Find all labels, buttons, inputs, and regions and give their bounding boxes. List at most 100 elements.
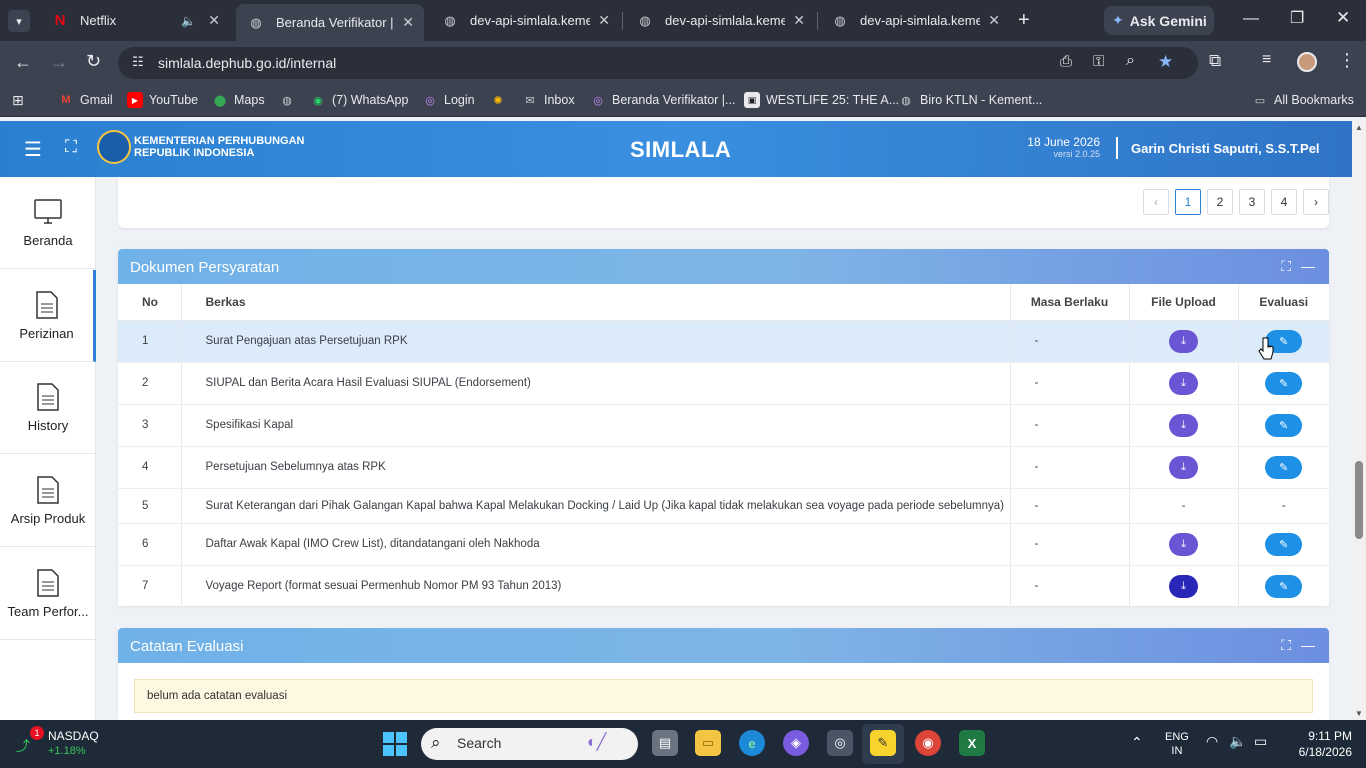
camera-icon[interactable]: ◎ (827, 730, 853, 756)
pagination-page-3[interactable]: 3 (1239, 189, 1265, 215)
close-tab-icon[interactable]: ✕ (598, 12, 610, 29)
bookmark-globe[interactable]: ◍ (279, 92, 301, 108)
excel-icon[interactable]: X (959, 730, 985, 756)
minimize-button[interactable]: — (1243, 10, 1259, 28)
site-info-icon[interactable]: ☷ (132, 54, 144, 70)
taskbar-search[interactable]: ⌕ Search ◐╱ (421, 728, 638, 760)
back-arrow-icon[interactable]: ← (14, 52, 32, 73)
sidebar-item-history[interactable]: History (0, 362, 96, 454)
tab-separator (622, 12, 623, 30)
new-tab-button[interactable]: + (1018, 9, 1030, 32)
download-button[interactable]: ⤓ (1169, 532, 1198, 556)
bookmark-inbox[interactable]: ✉ Inbox (522, 92, 574, 108)
download-button[interactable]: ⤓ (1169, 455, 1198, 479)
collapse-icon[interactable]: — (1301, 637, 1315, 653)
bookmark-star-icon[interactable]: ★ (1158, 52, 1173, 72)
speaker-icon[interactable]: 🔈 (181, 14, 196, 28)
sidebar-item-team-performance[interactable]: Team Perfor... (0, 548, 96, 640)
url-bar[interactable]: ☷ simlala.dephub.go.id/internal ⎙ ⚿ ⌕ ★ (118, 47, 1198, 79)
evaluate-button[interactable]: ✎ (1265, 532, 1303, 556)
download-icon: ⤓ (1181, 376, 1186, 389)
download-button[interactable]: ⤓ (1169, 413, 1198, 437)
forward-arrow-icon[interactable]: → (50, 52, 68, 73)
pagination-prev[interactable]: ‹ (1143, 189, 1169, 215)
maximize-button[interactable]: ❐ (1290, 8, 1304, 28)
bookmark-maps[interactable]: ⬤ Maps (212, 92, 265, 108)
tab-beranda-verifikator[interactable]: ◍ Beranda Verifikator | Si ✕ (236, 4, 424, 41)
bookmark-beranda[interactable]: ◎ Beranda Verifikator |... (590, 92, 735, 108)
download-button[interactable]: ⤓ (1169, 574, 1198, 598)
apps-grid-icon[interactable]: ⊞ (12, 92, 24, 109)
close-tab-icon[interactable]: ✕ (402, 14, 414, 31)
bookmark-westlife[interactable]: ▣ WESTLIFE 25: THE A... (744, 92, 899, 108)
start-button[interactable] (383, 732, 407, 756)
tab-dev-api-1[interactable]: ◍ dev-api-simlala.kemen ✕ (430, 5, 620, 36)
bookmark-youtube[interactable]: ▶ YouTube (127, 92, 198, 108)
pagination-page-1[interactable]: 1 (1175, 189, 1201, 215)
evaluate-button[interactable]: ✎ (1265, 574, 1303, 598)
chrome-icon[interactable]: ◉ (915, 730, 941, 756)
copilot-icon[interactable]: ◈ (783, 730, 809, 756)
ask-gemini-button[interactable]: ✦ Ask Gemini (1104, 6, 1214, 35)
password-key-icon[interactable]: ⚿ (1093, 53, 1104, 70)
expand-icon[interactable]: ⛶ (1281, 258, 1291, 275)
wifi-icon[interactable]: ◠ (1206, 733, 1218, 750)
tab-search-button[interactable]: ▾ (8, 10, 30, 32)
volume-icon[interactable]: 🔈 (1229, 733, 1246, 750)
battery-icon[interactable]: ▭ (1254, 733, 1267, 750)
task-view-icon[interactable]: ▤ (652, 730, 678, 756)
media-control-icon[interactable]: ≡ (1262, 51, 1271, 69)
edge-icon[interactable]: e (739, 730, 765, 756)
reload-icon[interactable]: ↻ (86, 51, 101, 72)
close-window-button[interactable]: ✕ (1336, 8, 1350, 28)
sidebar-item-beranda[interactable]: Beranda (0, 177, 96, 269)
download-button[interactable]: ⤓ (1169, 371, 1198, 395)
sticky-notes-icon[interactable]: ✎ (870, 730, 896, 756)
fullscreen-icon[interactable]: ⛶ (65, 137, 77, 157)
evaluate-button[interactable]: ✎ (1265, 371, 1303, 395)
scroll-down-icon[interactable]: ▼ (1355, 709, 1363, 718)
zoom-icon[interactable]: ⌕ (1126, 52, 1135, 70)
url-text[interactable]: simlala.dephub.go.id/internal (158, 55, 336, 71)
user-name[interactable]: Garin Christi Saputri, S.S.T.Pel (1131, 141, 1320, 156)
sidebar-item-perizinan[interactable]: Perizinan (0, 270, 96, 362)
tab-dev-api-3[interactable]: ◍ dev-api-simlala.kemen ✕ (820, 5, 1010, 36)
close-tab-icon[interactable]: ✕ (793, 12, 805, 29)
tab-netflix[interactable]: N Netflix 🔈 ✕ (40, 5, 230, 36)
expand-icon[interactable]: ⛶ (1281, 637, 1291, 654)
bookmark-biro-ktln[interactable]: ◍ Biro KTLN - Kement... (898, 92, 1042, 108)
bookmark-login[interactable]: ◎ Login (422, 92, 474, 108)
col-masa-berlaku: Masa Berlaku (1010, 284, 1130, 321)
file-explorer-icon[interactable]: ▭ (695, 730, 721, 756)
collapse-icon[interactable]: — (1301, 258, 1315, 274)
netflix-icon: N (54, 12, 66, 29)
all-bookmarks[interactable]: ▭ All Bookmarks (1252, 92, 1354, 108)
close-tab-icon[interactable]: ✕ (208, 12, 220, 29)
install-app-icon[interactable]: ⎙ (1060, 53, 1072, 70)
evaluate-button[interactable]: ✎ (1265, 413, 1303, 437)
bookmark-gmail[interactable]: M Gmail (58, 92, 112, 108)
tab-dev-api-2[interactable]: ◍ dev-api-simlala.kemen ✕ (625, 5, 815, 36)
col-file-upload: File Upload (1129, 284, 1239, 321)
table-row: 7 Voyage Report (format sesuai Permenhub… (118, 565, 1329, 608)
pagination-page-2[interactable]: 2 (1207, 189, 1233, 215)
scroll-up-icon[interactable]: ▲ (1355, 123, 1363, 132)
bookmark-whatsapp[interactable]: ◉ (7) WhatsApp (310, 92, 408, 108)
chevron-up-icon[interactable]: ⌃ (1131, 734, 1143, 751)
clock[interactable]: 9:11 PM 6/18/2026 (1296, 728, 1352, 760)
bookmark-photos[interactable]: ✺ (490, 92, 512, 108)
pagination-page-4[interactable]: 4 (1271, 189, 1297, 215)
scrollbar-thumb[interactable] (1355, 461, 1363, 539)
profile-avatar[interactable] (1297, 52, 1317, 72)
language-indicator[interactable]: ENG IN (1165, 730, 1189, 758)
extensions-icon[interactable]: ⧉ (1209, 51, 1221, 71)
hamburger-menu-icon[interactable]: ☰ (24, 137, 42, 162)
evaluate-button[interactable]: ✎ (1265, 455, 1303, 479)
browser-menu-icon[interactable]: ⋮ (1338, 50, 1356, 71)
sidebar-item-arsip-produk[interactable]: Arsip Produk (0, 455, 96, 547)
page-scrollbar[interactable]: ▲ ▼ (1352, 121, 1366, 720)
download-button[interactable]: ⤓ (1169, 329, 1198, 353)
close-tab-icon[interactable]: ✕ (988, 12, 1000, 29)
globe-icon: ◍ (250, 14, 262, 30)
pagination-next[interactable]: › (1303, 189, 1329, 215)
